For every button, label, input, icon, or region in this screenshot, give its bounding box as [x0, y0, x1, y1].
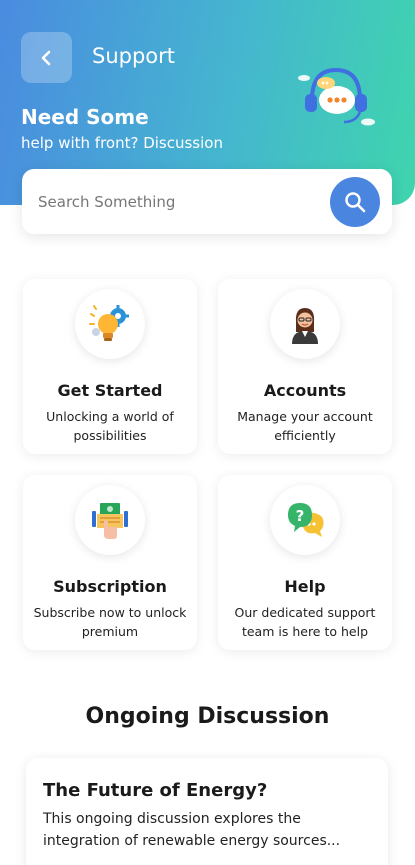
category-description: Subscribe now to unlock premium — [33, 605, 187, 639]
category-card-subscription[interactable]: Subscription Subscribe now to unlock pre… — [23, 475, 197, 650]
search-input[interactable] — [38, 187, 328, 217]
discussion-card[interactable]: The Future of Energy? This ongoing discu… — [26, 758, 388, 865]
lightbulb-gear-icon — [75, 289, 145, 359]
category-card-get-started[interactable]: Get Started Unlocking a world of possibi… — [23, 279, 197, 454]
category-title: Help — [284, 577, 326, 596]
category-title: Get Started — [57, 381, 163, 400]
back-button[interactable] — [21, 32, 72, 83]
category-title: Accounts — [263, 381, 347, 400]
header-headline: Need Some — [21, 105, 149, 129]
header-subtitle: help with front? Discussion — [21, 134, 223, 152]
section-title: Ongoing Discussion — [85, 704, 330, 729]
category-description: Manage your account efficiently — [237, 409, 373, 443]
category-description: Our dedicated support team is here to he… — [234, 605, 376, 639]
discussion-excerpt: This ongoing discussion explores the int… — [43, 811, 341, 849]
search-bar — [22, 169, 392, 234]
svg-text:?: ? — [296, 507, 305, 525]
page-title: Support — [92, 44, 176, 68]
category-card-help[interactable]: ? Help Our dedicated support team is her… — [218, 475, 392, 650]
search-button[interactable] — [330, 177, 380, 227]
money-hand-icon — [75, 485, 145, 555]
discussion-title: The Future of Energy? — [43, 780, 268, 801]
category-card-accounts[interactable]: Accounts Manage your account efficiently — [218, 279, 392, 454]
chat-question-icon: ? — [270, 485, 340, 555]
category-description: Unlocking a world of possibilities — [46, 409, 174, 443]
chevron-left-icon — [41, 50, 50, 65]
user-avatar-icon — [270, 289, 340, 359]
category-title: Subscription — [53, 577, 167, 596]
search-icon — [345, 192, 366, 213]
support-headset-illustration — [298, 67, 375, 126]
